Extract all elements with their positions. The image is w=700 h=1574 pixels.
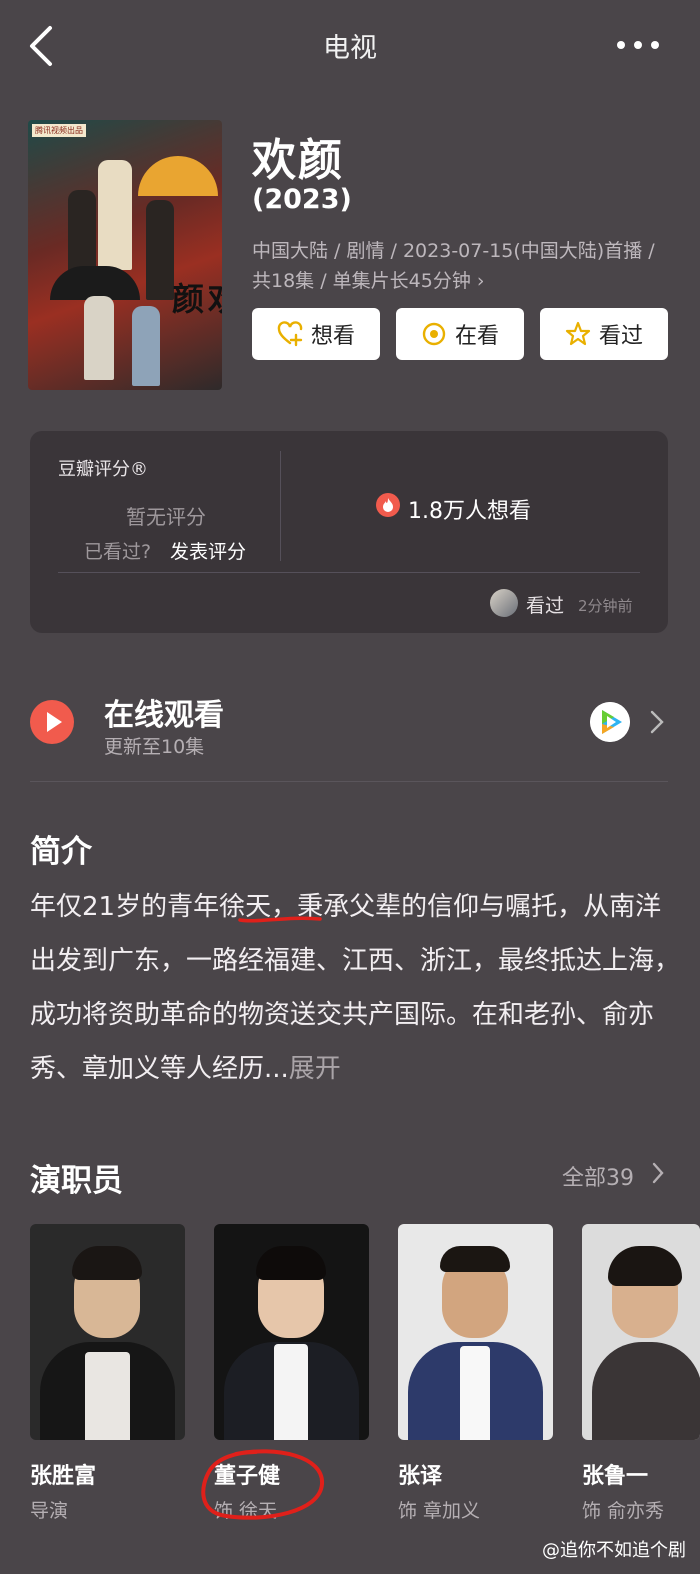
chevron-right-icon[interactable]: [650, 710, 664, 734]
poster-figure: [98, 160, 132, 270]
play-icon[interactable]: [30, 700, 74, 744]
cast-photo: [582, 1224, 700, 1440]
cast-card[interactable]: 张译 饰 章加义: [398, 1224, 553, 1522]
intro-heading: 简介: [30, 834, 92, 870]
show-title: 欢颜: [252, 135, 344, 186]
douban-rating-label: 豆瓣评分®: [58, 459, 148, 480]
star-icon: [565, 321, 591, 346]
watch-online-subtitle: 更新至10集: [104, 736, 205, 758]
cast-card[interactable]: 董子健 饰 徐天: [214, 1224, 369, 1522]
watched-button[interactable]: 看过: [540, 308, 668, 360]
divider: [280, 451, 281, 561]
want-to-watch-button[interactable]: 想看: [252, 308, 380, 360]
red-circle-annotation: [201, 1449, 325, 1520]
cast-all-link[interactable]: 全部39: [562, 1160, 634, 1192]
cast-photo: [30, 1224, 185, 1440]
chevron-right-icon: ›: [476, 270, 485, 292]
divider: [30, 781, 668, 782]
cast-role: 饰 章加义: [398, 1500, 481, 1522]
cast-card[interactable]: 张胜富 导演: [30, 1224, 185, 1522]
intro-text-block: 年仅21岁的青年徐天，秉承父辈的信仰与嘱托，从南洋出发到广东，一路经福建、江西、…: [30, 880, 680, 1096]
more-options-icon[interactable]: [616, 36, 660, 54]
fire-icon: [376, 493, 400, 517]
poster-title: 欢颜: [167, 282, 222, 314]
cast-photo: [214, 1224, 369, 1440]
show-poster[interactable]: 腾讯视频出品 欢颜: [28, 120, 222, 390]
show-meta-text: 中国大陆 / 剧情 / 2023-07-15(中国大陆)首播 / 共18集 / …: [252, 240, 655, 292]
watermark-text: @追你不如追个剧: [542, 1540, 686, 1561]
intro-text: 年仅21岁的青年徐天，秉承父辈的信仰与嘱托，从南洋出发到广东，一路经福建、江西、…: [30, 892, 681, 1084]
poster-figure: [84, 296, 114, 380]
heart-plus-icon: [277, 321, 303, 347]
red-underline-annotation: [238, 916, 322, 923]
top-bar: 电视: [0, 0, 700, 92]
show-year: (2023): [252, 184, 352, 215]
want-to-watch-label: 想看: [310, 324, 355, 349]
cast-photo: [398, 1224, 553, 1440]
no-score-text: 暂无评分: [126, 505, 206, 529]
watch-online-title[interactable]: 在线观看: [104, 690, 224, 734]
rate-link[interactable]: 发表评分: [170, 537, 246, 564]
watching-label: 在看: [454, 324, 499, 349]
chevron-right-icon[interactable]: [652, 1162, 664, 1184]
user-avatar[interactable]: [490, 589, 518, 617]
poster-figure: [132, 306, 160, 386]
cast-name: 张鲁一: [582, 1464, 649, 1489]
cast-name: 张胜富: [30, 1464, 97, 1489]
recent-action-text: 看过: [526, 595, 565, 617]
watching-button[interactable]: 在看: [396, 308, 524, 360]
page-title: 电视: [323, 33, 377, 64]
target-circle-icon: [422, 322, 446, 346]
show-meta-info[interactable]: 中国大陆 / 剧情 / 2023-07-15(中国大陆)首播 / 共18集 / …: [252, 236, 672, 296]
cast-card[interactable]: 张鲁一 饰 俞亦秀: [582, 1224, 700, 1522]
cast-name: 张译: [398, 1464, 443, 1489]
poster-umbrella: [50, 266, 140, 300]
poster-parasol: [138, 156, 218, 196]
watched-label: 看过: [598, 324, 643, 349]
poster-tag: 腾讯视频出品: [32, 124, 86, 137]
tencent-video-logo-icon[interactable]: [590, 702, 630, 742]
recent-action-time: 2分钟前: [578, 597, 633, 615]
divider: [58, 572, 640, 573]
want-count: 1.8万人想看: [408, 499, 531, 524]
rating-card: 豆瓣评分® 暂无评分 已看过? 发表评分 1.8万人想看 看过 2分钟前: [30, 431, 668, 633]
cast-role: 饰 俞亦秀: [582, 1500, 665, 1522]
cast-heading: 演职员: [30, 1163, 123, 1199]
cast-role: 导演: [30, 1500, 69, 1522]
seen-question: 已看过?: [84, 541, 152, 563]
expand-link[interactable]: 展开: [289, 1054, 341, 1084]
